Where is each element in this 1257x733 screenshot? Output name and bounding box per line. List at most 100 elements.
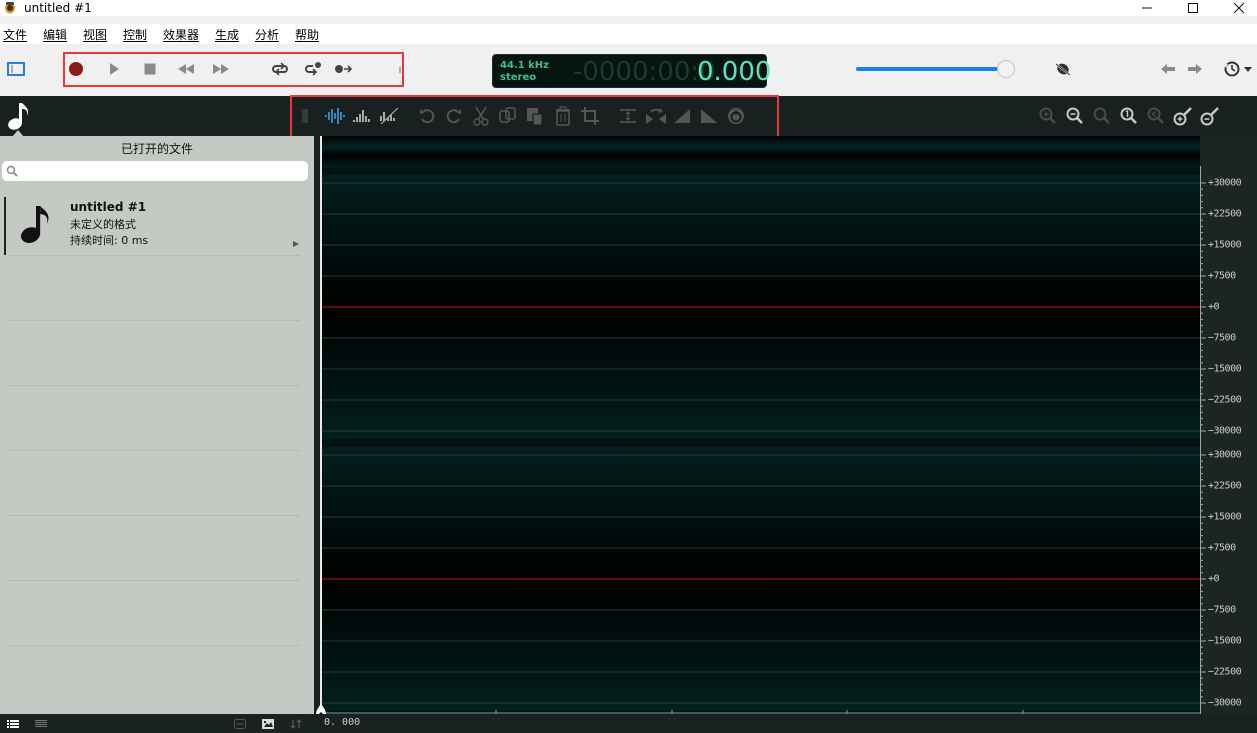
crop-button[interactable] bbox=[579, 106, 601, 126]
cut-button[interactable] bbox=[470, 106, 492, 126]
menu-bar: 文件 编辑 视图 控制 效果器 生成 分析 帮助 bbox=[0, 24, 1257, 44]
panel-title: 已打开的文件 bbox=[120, 142, 193, 156]
undo-icon bbox=[420, 109, 435, 124]
paste-icon bbox=[527, 108, 543, 126]
toolbar-grip[interactable] bbox=[301, 108, 309, 124]
zoom-selection-button[interactable] bbox=[1091, 106, 1113, 126]
file-duration: 持续时间: 0 ms bbox=[70, 234, 149, 247]
amplitude-label: +15000 bbox=[1208, 239, 1242, 251]
zoom-out-icon bbox=[1066, 107, 1083, 124]
fast-forward-button[interactable] bbox=[210, 58, 232, 80]
follow-playhead-button[interactable] bbox=[333, 58, 355, 80]
menu-edit[interactable]: 编辑 bbox=[43, 26, 67, 43]
close-button[interactable] bbox=[1216, 0, 1257, 16]
files-tab[interactable] bbox=[5, 100, 33, 132]
waveform-view-button[interactable] bbox=[323, 106, 347, 126]
zoom-fit-icon bbox=[1120, 107, 1137, 124]
zoom-reset-button[interactable] bbox=[1145, 106, 1167, 126]
zoom-fit-button[interactable] bbox=[1118, 106, 1140, 126]
volume-slider-track[interactable] bbox=[856, 67, 1006, 71]
search-field[interactable] bbox=[20, 162, 300, 180]
delete-button[interactable] bbox=[552, 106, 574, 126]
amplitude-label: −15000 bbox=[1208, 635, 1242, 647]
spectrum-view-button[interactable] bbox=[350, 106, 374, 126]
playback-device-button[interactable] bbox=[1052, 58, 1074, 80]
menu-analyze[interactable]: 分析 bbox=[255, 26, 279, 43]
undo-button[interactable] bbox=[416, 106, 438, 126]
sort-icon[interactable] bbox=[290, 719, 302, 729]
toolbar-overflow-handle[interactable] bbox=[397, 62, 403, 78]
zoom-in-button[interactable] bbox=[1037, 106, 1059, 126]
amplify-button[interactable] bbox=[725, 106, 747, 126]
menu-control[interactable]: 控制 bbox=[123, 26, 147, 43]
link-icon[interactable] bbox=[234, 719, 246, 729]
amplitude-label: −7500 bbox=[1208, 332, 1236, 344]
copy-button[interactable] bbox=[497, 106, 519, 126]
crop-icon bbox=[581, 107, 599, 125]
amplitude-label: +7500 bbox=[1208, 542, 1236, 554]
title-bar: untitled #1 bbox=[0, 0, 1257, 16]
main-toolbar: 44.1 kHz stereo -0000:00:0 0.000 bbox=[0, 46, 1257, 96]
channel-mode: stereo bbox=[500, 72, 537, 83]
amplitude-label: +22500 bbox=[1208, 480, 1242, 492]
fade-out-button[interactable] bbox=[698, 106, 720, 126]
stop-icon bbox=[144, 63, 156, 75]
back-button[interactable] bbox=[1158, 58, 1178, 80]
fade-out-icon bbox=[701, 109, 717, 123]
menu-help[interactable]: 帮助 bbox=[295, 26, 319, 43]
zoom-out-button[interactable] bbox=[1064, 106, 1086, 126]
search-icon bbox=[6, 165, 18, 177]
record-button[interactable] bbox=[66, 58, 86, 80]
reverse-button[interactable] bbox=[644, 105, 668, 127]
spectrogram-view-button[interactable] bbox=[377, 106, 401, 126]
fade-in-button[interactable] bbox=[671, 106, 693, 126]
menu-effects[interactable]: 效果器 bbox=[163, 26, 199, 43]
edit-toolbar bbox=[0, 96, 1257, 136]
stop-button[interactable] bbox=[140, 58, 160, 80]
volume-slider-handle[interactable] bbox=[997, 60, 1015, 78]
waveform-icon bbox=[325, 108, 345, 124]
menu-file[interactable]: 文件 bbox=[3, 26, 27, 43]
menu-generate[interactable]: 生成 bbox=[215, 26, 239, 43]
sample-rate: 44.1 kHz bbox=[500, 60, 549, 71]
forward-button[interactable] bbox=[1185, 58, 1205, 80]
loop-record-icon bbox=[305, 62, 321, 76]
list-divider bbox=[8, 645, 300, 646]
window-title: untitled #1 bbox=[24, 1, 92, 15]
amplitude-label: −22500 bbox=[1208, 666, 1242, 678]
loop-button[interactable] bbox=[269, 58, 291, 80]
vertical-zoom-in-icon bbox=[1173, 107, 1192, 126]
close-icon bbox=[1233, 2, 1245, 14]
list-view-icon[interactable] bbox=[7, 720, 19, 728]
time-dim-digits: -0000:00:0 bbox=[573, 57, 716, 87]
image-icon[interactable] bbox=[262, 719, 274, 729]
waveform-canvas bbox=[320, 136, 1200, 714]
loop-record-button[interactable] bbox=[302, 58, 324, 80]
list-divider bbox=[8, 450, 300, 451]
redo-icon bbox=[446, 109, 461, 124]
file-search-input[interactable] bbox=[2, 161, 308, 181]
play-icon bbox=[110, 63, 119, 75]
toggle-sidebar-button[interactable] bbox=[6, 60, 26, 78]
list-divider bbox=[8, 320, 300, 321]
reverse-icon bbox=[646, 108, 666, 124]
amplitude-label: +30000 bbox=[1208, 449, 1242, 461]
redo-button[interactable] bbox=[443, 106, 465, 126]
vertical-zoom-in-button[interactable] bbox=[1172, 106, 1194, 126]
maximize-button[interactable] bbox=[1170, 0, 1216, 16]
minimize-button[interactable] bbox=[1124, 0, 1170, 16]
file-list-item[interactable]: untitled #1 未定义的格式 持续时间: 0 ms bbox=[4, 197, 302, 255]
rewind-button[interactable] bbox=[175, 58, 197, 80]
menu-view[interactable]: 视图 bbox=[83, 26, 107, 43]
paste-button[interactable] bbox=[524, 106, 546, 126]
history-button[interactable] bbox=[1221, 58, 1255, 80]
expand-arrow-icon[interactable] bbox=[292, 240, 300, 248]
normalize-button[interactable] bbox=[617, 106, 639, 126]
waveform-view[interactable] bbox=[320, 136, 1200, 714]
play-button[interactable] bbox=[104, 58, 124, 80]
follow-icon bbox=[335, 65, 353, 73]
maximize-icon bbox=[1188, 3, 1198, 13]
compact-list-icon[interactable] bbox=[35, 720, 47, 728]
vertical-zoom-out-button[interactable] bbox=[1199, 106, 1221, 126]
open-files-panel: 已打开的文件 untitled #1 未定义的格式 持续时间: 0 ms bbox=[0, 130, 314, 714]
